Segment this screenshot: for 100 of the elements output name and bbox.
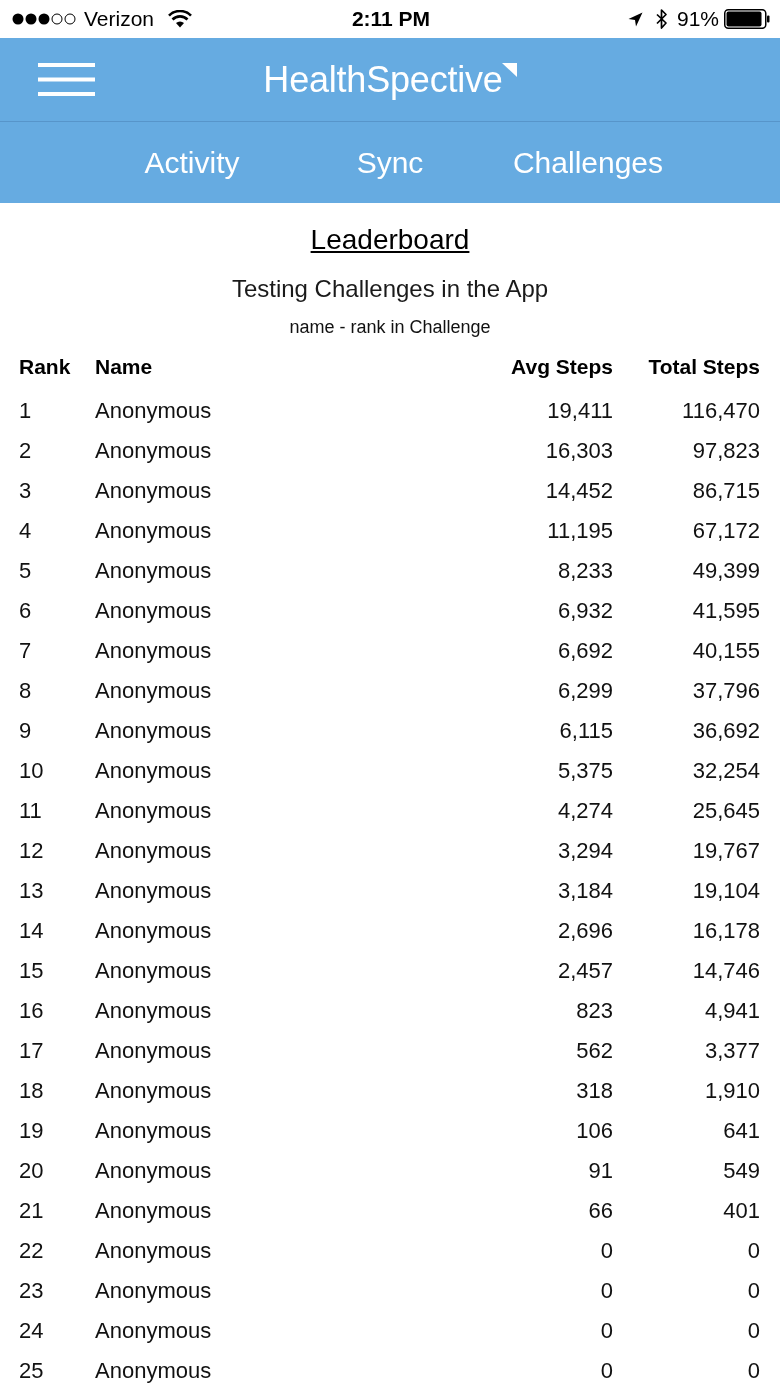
table-cell: Anonymous (95, 758, 212, 783)
wifi-icon (168, 10, 193, 28)
table-cell: Anonymous (95, 1358, 212, 1383)
table-cell: 49,399 (692, 558, 760, 583)
table-cell: 6,692 (557, 638, 613, 663)
table-cell: 0 (747, 1358, 760, 1383)
table-cell: 25 (19, 1358, 44, 1383)
table-cell: 823 (576, 998, 613, 1023)
table-cell: 0 (600, 1318, 613, 1343)
location-arrow-icon (627, 11, 643, 27)
table-cell: Anonymous (95, 798, 212, 823)
nav-tab[interactable]: Sync (356, 145, 424, 179)
battery-icon (724, 9, 770, 29)
table-cell: Anonymous (95, 1238, 212, 1263)
table-cell: 14,746 (692, 958, 760, 983)
nav-tab[interactable]: Challenges (512, 145, 664, 179)
table-cell: 7 (19, 638, 32, 663)
table-cell: 3,377 (704, 1038, 760, 1063)
table-cell: Anonymous (95, 518, 212, 543)
table-cell: 13 (19, 878, 44, 903)
table-cell: 116,470 (682, 398, 760, 423)
table-cell: Anonymous (95, 1118, 212, 1143)
table-cell: 3 (19, 478, 32, 503)
signal-dots-icon (12, 13, 76, 25)
table-cell: 23 (19, 1278, 44, 1303)
table-cell: 16 (19, 998, 44, 1023)
table-cell: Anonymous (95, 958, 212, 983)
battery-percent: 91% (676, 7, 719, 31)
table-cell: 0 (600, 1238, 613, 1263)
table-cell: Anonymous (95, 718, 212, 743)
table-cell: Anonymous (95, 638, 212, 663)
table-cell: 106 (576, 1118, 613, 1143)
table-cell: 86,715 (692, 478, 760, 503)
table-cell: 11,195 (547, 518, 613, 543)
table-cell: 1,910 (704, 1078, 760, 1103)
bluetooth-icon (654, 8, 668, 30)
table-cell: 0 (747, 1278, 760, 1303)
table-cell: Anonymous (95, 1158, 212, 1183)
table-cell: 24 (19, 1318, 44, 1343)
table-cell: 16,178 (692, 918, 760, 943)
table-cell: 67,172 (692, 518, 760, 543)
table-cell: 17 (19, 1038, 44, 1063)
table-cell: 41,595 (692, 598, 760, 623)
challenge-title: Testing Challenges in the App (231, 274, 549, 304)
table-cell: 66 (588, 1198, 613, 1223)
table-cell: Anonymous (95, 678, 212, 703)
table-cell: 19,104 (692, 878, 760, 903)
table-cell: 22 (19, 1238, 44, 1263)
nav-tab[interactable]: Activity (144, 145, 240, 179)
table-cell: 14 (19, 918, 44, 943)
table-cell: 9 (19, 718, 32, 743)
table-cell: 14,452 (545, 478, 613, 503)
column-header: Rank (19, 355, 71, 378)
table-cell: Anonymous (95, 598, 212, 623)
table-cell: 4,941 (704, 998, 760, 1023)
table-cell: 8 (19, 678, 32, 703)
table-cell: 97,823 (692, 438, 760, 463)
table-cell: 6,932 (557, 598, 613, 623)
table-cell: 401 (723, 1198, 760, 1223)
table-cell: 641 (723, 1118, 760, 1143)
table-cell: 6,115 (559, 718, 613, 743)
table-cell: 20 (19, 1158, 44, 1183)
table-cell: 5 (19, 558, 32, 583)
table-cell: 318 (576, 1078, 613, 1103)
table-cell: Anonymous (95, 1038, 212, 1063)
table-cell: 549 (723, 1158, 760, 1183)
table-cell: 2,457 (557, 958, 613, 983)
triangle-icon (501, 62, 517, 77)
table-cell: 40,155 (692, 638, 760, 663)
table-cell: Anonymous (95, 838, 212, 863)
table-cell: 18 (19, 1078, 44, 1103)
table-cell: 12 (19, 838, 44, 863)
table-caption: name - rank in Challenge (289, 316, 491, 338)
table-cell: 21 (19, 1198, 44, 1223)
table-cell: 0 (600, 1278, 613, 1303)
table-cell: 5,375 (557, 758, 613, 783)
table-cell: 4,274 (557, 798, 613, 823)
column-header: Name (95, 355, 153, 378)
table-cell: 11 (19, 798, 42, 823)
table-cell: Anonymous (95, 1278, 212, 1303)
table-cell: Anonymous (95, 1078, 212, 1103)
table-cell: Anonymous (95, 998, 212, 1023)
clock-time: 2:11 PM (351, 7, 431, 30)
table-cell: 0 (600, 1358, 613, 1383)
menu-icon[interactable] (38, 63, 95, 96)
table-cell: 16,303 (545, 438, 613, 463)
table-cell: Anonymous (95, 1198, 212, 1223)
table-cell: Anonymous (95, 558, 212, 583)
column-header: Total Steps (648, 355, 760, 378)
table-cell: 8,233 (557, 558, 613, 583)
table-cell: 3,184 (557, 878, 613, 903)
table-cell: 3,294 (557, 838, 613, 863)
table-cell: 37,796 (692, 678, 760, 703)
table-cell: 19,411 (547, 398, 613, 423)
table-cell: 25,645 (692, 798, 760, 823)
table-cell: Anonymous (95, 878, 212, 903)
table-cell: 0 (747, 1238, 760, 1263)
table-cell: 36,692 (692, 718, 760, 743)
table-cell: Anonymous (95, 438, 212, 463)
table-cell: 19 (19, 1118, 44, 1143)
